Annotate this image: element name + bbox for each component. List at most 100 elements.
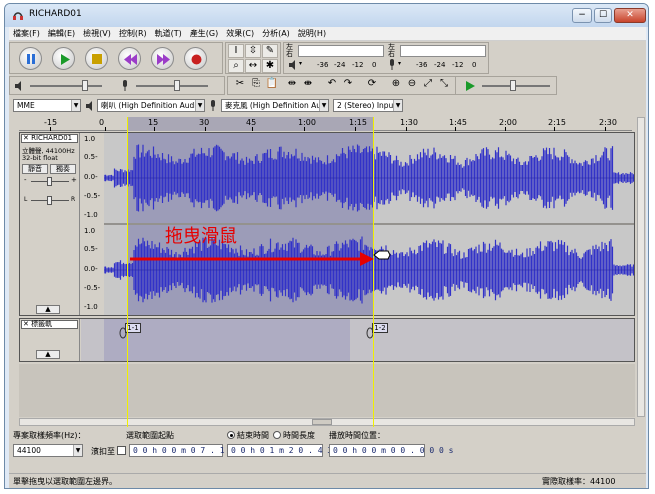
maximize-button[interactable]: ☐ xyxy=(594,8,612,23)
menu-item[interactable]: 分析(A) xyxy=(258,27,294,40)
fit-selection-icon: ⤢ xyxy=(424,78,432,89)
record-button[interactable] xyxy=(184,47,207,70)
menu-item[interactable]: 檔案(F) xyxy=(9,27,44,40)
trim-button[interactable]: ⇹ xyxy=(284,78,300,92)
zoom-tool[interactable]: ⌕ xyxy=(228,59,244,73)
menu-item[interactable]: 檢視(V) xyxy=(79,27,115,40)
zoom-in-button[interactable]: ⊕ xyxy=(388,78,404,92)
end-time-radio[interactable] xyxy=(227,431,235,439)
play-icon xyxy=(61,54,70,65)
menu-item[interactable]: 控制(R) xyxy=(115,27,151,40)
microphone-icon xyxy=(211,100,215,111)
output-volume-slider[interactable] xyxy=(30,85,102,87)
speed-thumb[interactable] xyxy=(510,80,516,91)
horizontal-scrollbar[interactable] xyxy=(19,418,635,426)
ruler-tick: 2:30 xyxy=(599,118,617,127)
selection-start-time[interactable]: 0 0 h 0 0 m 0 7 . 1 5 2 s xyxy=(129,444,253,457)
menu-item[interactable]: 產生(G) xyxy=(186,27,222,40)
transport-toolbar xyxy=(9,42,223,74)
label-track-name-button[interactable]: ✕ 標籤軌 xyxy=(21,320,78,329)
chevron-down-icon: ▼ xyxy=(319,100,328,111)
draw-tool[interactable]: ✎ xyxy=(262,44,278,58)
pan-right-label: R xyxy=(71,196,76,203)
vertical-scale-top: 1.0 0.5- 0.0- -0.5- -1.0 xyxy=(82,133,104,223)
play-button[interactable] xyxy=(52,47,75,70)
collapse-track-button[interactable]: ▲ xyxy=(36,305,60,314)
skip-to-start-button[interactable] xyxy=(118,47,141,70)
undo-icon: ↶ xyxy=(327,78,337,89)
close-button[interactable]: ✕ xyxy=(614,8,646,23)
scale-label: -1.0 xyxy=(84,211,98,219)
sync-lock-icon: ⟳ xyxy=(367,78,377,89)
audio-position-label: 播放時間位置： xyxy=(329,431,385,440)
multi-tool[interactable]: ✱ xyxy=(262,59,278,73)
ruler-tick: 45 xyxy=(246,118,257,127)
sync-lock-button[interactable]: ⟳ xyxy=(364,78,380,92)
horizontal-scroll-thumb[interactable] xyxy=(312,419,332,425)
status-message: 單擊拖曳以選取範圍左邊界。 xyxy=(13,477,117,486)
timeline-ruler[interactable]: -15 0 15 30 45 1:00 1:15 1:30 1:45 2:00 2:15 2:30 xyxy=(19,117,632,131)
input-volume-thumb[interactable] xyxy=(174,80,180,91)
mute-button[interactable]: 靜音 xyxy=(22,164,48,174)
ruler-tick: 1:45 xyxy=(449,118,467,127)
pause-button[interactable] xyxy=(19,47,42,70)
project-rate-select[interactable]: 44100 ▼ xyxy=(13,444,83,457)
track-control-panel: ✕ RICHARD01 立體聲, 44100Hz 32-bit float 靜音… xyxy=(20,133,80,315)
silence-icon: ⇼ xyxy=(303,78,313,89)
input-meter-label: 左 右 xyxy=(388,43,395,58)
output-device-select[interactable]: 喇叭 (High Definition Audio ▼ xyxy=(97,99,205,112)
timeshift-tool[interactable]: ↔ xyxy=(245,59,261,73)
skip-to-end-button[interactable] xyxy=(151,47,174,70)
snap-to-checkbox[interactable] xyxy=(117,446,126,455)
chevron-down-icon: ▼ xyxy=(71,100,80,111)
scale-label: -0.5- xyxy=(84,192,101,200)
undo-button[interactable]: ↶ xyxy=(324,78,340,92)
output-volume-thumb[interactable] xyxy=(82,80,88,91)
timeshift-icon: ↔ xyxy=(248,60,258,71)
host-select[interactable]: MME ▼ xyxy=(13,99,81,112)
menu-item[interactable]: 效果(C) xyxy=(222,27,258,40)
vertical-scrollbar[interactable] xyxy=(637,117,645,417)
input-device-select[interactable]: 麥克風 (High Definition Au ▼ xyxy=(221,99,329,112)
stop-button[interactable] xyxy=(85,47,108,70)
selection-end-time[interactable]: 0 0 h 0 1 m 2 0 . 4 3 4 s xyxy=(227,444,351,457)
meter-tick: -12 xyxy=(452,61,464,69)
gain-thumb[interactable] xyxy=(47,177,52,186)
ruler-tick: 2:00 xyxy=(499,118,517,127)
fit-project-button[interactable]: ⤡ xyxy=(436,78,452,92)
minimize-button[interactable]: − xyxy=(572,8,592,23)
input-level-meter[interactable] xyxy=(400,45,486,57)
pan-thumb[interactable] xyxy=(47,196,52,205)
fit-selection-button[interactable]: ⤢ xyxy=(420,78,436,92)
ruler-tick: -15 xyxy=(44,118,58,127)
envelope-tool[interactable]: ⇳ xyxy=(245,44,261,58)
input-channels-select[interactable]: 2 (Stereo) Inpu ▼ xyxy=(333,99,403,112)
zoom-out-button[interactable]: ⊖ xyxy=(404,78,420,92)
play-at-speed-icon[interactable] xyxy=(464,80,476,92)
silence-button[interactable]: ⇼ xyxy=(300,78,316,92)
menu-item[interactable]: 說明(H) xyxy=(294,27,330,40)
selection-tool[interactable]: I xyxy=(228,44,244,58)
speed-slider[interactable] xyxy=(482,85,550,87)
input-volume-slider[interactable] xyxy=(136,85,208,87)
menu-item[interactable]: 軌道(T) xyxy=(151,27,186,40)
solo-button[interactable]: 獨奏 xyxy=(50,164,76,174)
meter-tick: -36 xyxy=(317,61,329,69)
audio-position-time[interactable]: 0 0 h 0 0 m 0 0 . 0 0 0 s xyxy=(329,444,453,457)
device-toolbar: MME ▼ 喇叭 (High Definition Audio ▼ 麥克風 (Hig… xyxy=(9,97,429,114)
output-level-meter[interactable] xyxy=(298,45,384,57)
copy-button[interactable]: ⎘ xyxy=(248,78,264,92)
collapse-label-track-button[interactable]: ▲ xyxy=(36,350,60,359)
selection-start-line xyxy=(127,117,128,427)
redo-button[interactable]: ↷ xyxy=(340,78,356,92)
cut-icon: ✂ xyxy=(235,78,245,89)
cut-button[interactable]: ✂ xyxy=(232,78,248,92)
track-name-button[interactable]: ✕ RICHARD01 xyxy=(21,134,78,143)
triangle-up-icon: ▲ xyxy=(45,305,51,313)
redo-icon: ↷ xyxy=(343,78,353,89)
menu-item[interactable]: 編輯(E) xyxy=(44,27,79,40)
scale-label: 1.0 xyxy=(84,227,96,235)
menu-bar: 檔案(F) 編輯(E) 檢視(V) 控制(R) 軌道(T) 產生(G) 效果(C) 分析(A)… xyxy=(9,27,646,41)
paste-button[interactable]: 📋 xyxy=(264,78,280,92)
length-radio[interactable] xyxy=(273,431,281,439)
